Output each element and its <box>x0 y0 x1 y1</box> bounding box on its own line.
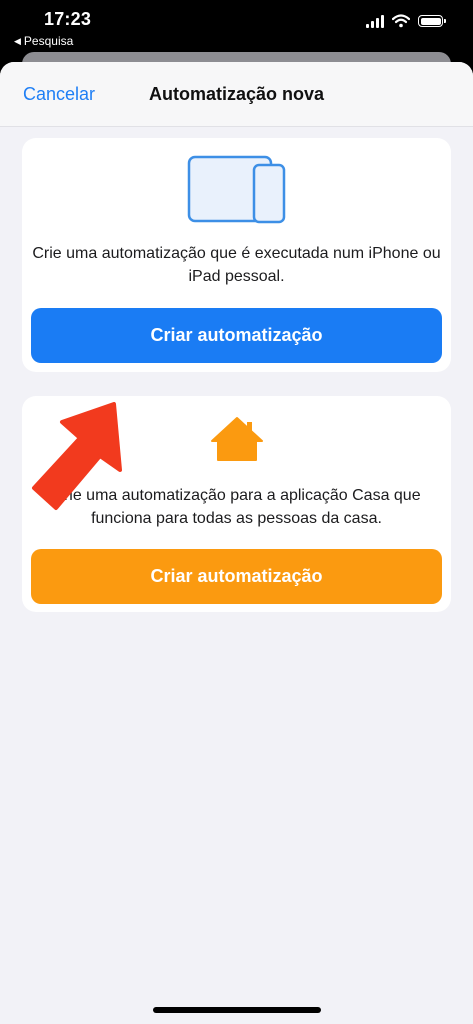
wifi-icon <box>392 14 410 28</box>
personal-automation-description: Crie uma automatização que é executada n… <box>32 245 441 285</box>
create-personal-automation-button[interactable]: Criar automatização <box>31 308 442 363</box>
house-icon <box>211 417 263 461</box>
status-icons <box>366 14 446 28</box>
navigation-bar: Cancelar Automatização nova <box>0 62 473 127</box>
home-indicator[interactable] <box>153 1007 321 1013</box>
status-bar: 17:23 ◀ Pesquisa <box>0 0 473 58</box>
status-time: 17:23 <box>44 9 92 29</box>
page-title: Automatização nova <box>148 84 325 104</box>
battery-icon <box>418 15 446 27</box>
back-triangle-icon: ◀ <box>14 35 21 46</box>
new-automation-sheet: Cancelar Automatização nova Crie uma aut… <box>0 62 473 1024</box>
ipad-iphone-icon <box>187 155 286 224</box>
back-to-app-label: Pesquisa <box>23 34 74 48</box>
create-home-automation-button[interactable]: Criar automatização <box>31 549 442 604</box>
back-to-app-link[interactable]: ◀ Pesquisa <box>14 34 73 48</box>
cellular-signal-icon <box>366 14 384 28</box>
red-arrow-icon <box>32 402 122 510</box>
personal-automation-card: Crie uma automatização que é executada n… <box>22 138 451 372</box>
